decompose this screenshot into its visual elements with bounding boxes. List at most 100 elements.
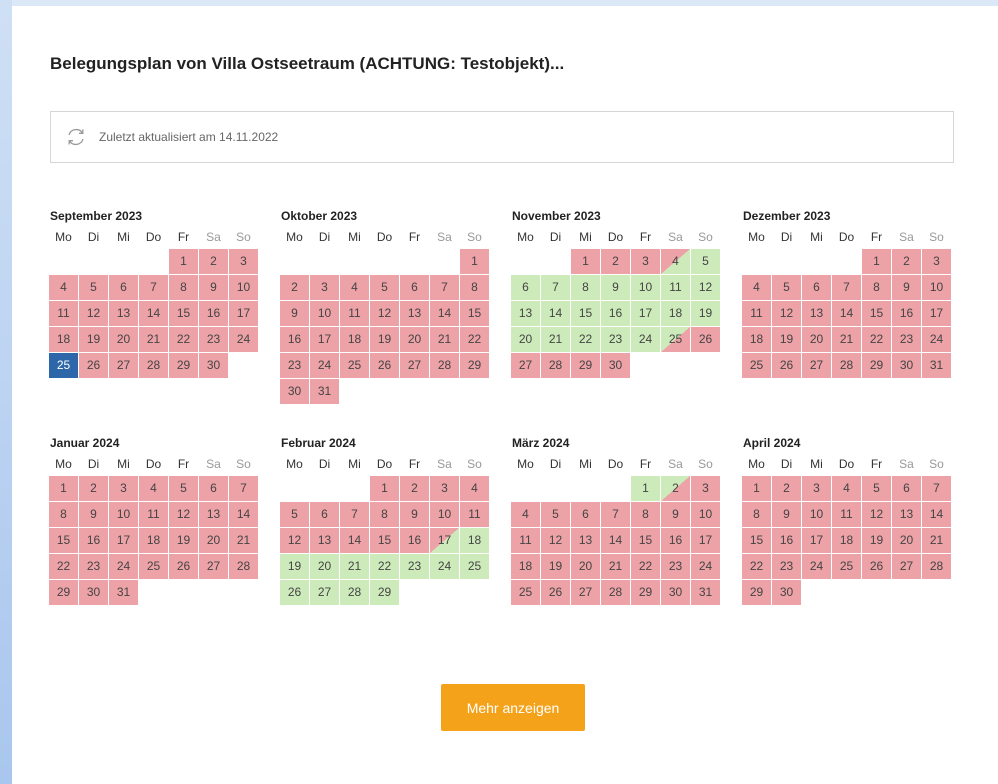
- day-cell-free[interactable]: 7: [541, 275, 570, 300]
- day-cell-booked[interactable]: 25: [139, 554, 168, 579]
- day-cell-free[interactable]: 23: [601, 327, 630, 352]
- day-cell-booked[interactable]: 20: [892, 528, 921, 553]
- day-cell-free[interactable]: 18: [661, 301, 690, 326]
- day-cell-booked[interactable]: 1: [49, 476, 78, 501]
- day-cell-free[interactable]: 12: [691, 275, 720, 300]
- day-cell-booked[interactable]: 3: [310, 275, 339, 300]
- day-cell-booked[interactable]: 15: [631, 528, 660, 553]
- day-cell-booked[interactable]: 12: [169, 502, 198, 527]
- day-cell-booked[interactable]: 30: [199, 353, 228, 378]
- day-cell-booked[interactable]: 30: [601, 353, 630, 378]
- day-cell-booked[interactable]: 10: [691, 502, 720, 527]
- day-cell-booked[interactable]: 20: [109, 327, 138, 352]
- day-cell-booked[interactable]: 15: [169, 301, 198, 326]
- day-cell-booked[interactable]: 16: [199, 301, 228, 326]
- day-cell-booked[interactable]: 19: [79, 327, 108, 352]
- day-cell-booked[interactable]: 25: [832, 554, 861, 579]
- day-cell-booked[interactable]: 30: [280, 379, 309, 404]
- day-cell-booked[interactable]: 13: [310, 528, 339, 553]
- day-cell-booked[interactable]: 15: [862, 301, 891, 326]
- day-cell-booked[interactable]: 4: [742, 275, 771, 300]
- day-cell-booked[interactable]: 29: [631, 580, 660, 605]
- day-cell-booked[interactable]: 22: [460, 327, 489, 352]
- day-cell-booked[interactable]: 8: [370, 502, 399, 527]
- day-cell-booked[interactable]: 18: [139, 528, 168, 553]
- day-cell-booked[interactable]: 15: [49, 528, 78, 553]
- day-cell-free[interactable]: 19: [691, 301, 720, 326]
- day-cell-booked[interactable]: 5: [541, 502, 570, 527]
- day-cell-booked[interactable]: 21: [832, 327, 861, 352]
- day-cell-free[interactable]: 20: [511, 327, 540, 352]
- day-cell-booked[interactable]: 26: [772, 353, 801, 378]
- day-cell-booked[interactable]: 15: [370, 528, 399, 553]
- day-cell-booked[interactable]: 12: [541, 528, 570, 553]
- day-cell-booked[interactable]: 16: [772, 528, 801, 553]
- day-cell-free[interactable]: 22: [370, 554, 399, 579]
- day-cell-booked[interactable]: 25: [340, 353, 369, 378]
- day-cell-booked[interactable]: 31: [922, 353, 951, 378]
- day-cell-booked[interactable]: 16: [892, 301, 921, 326]
- day-cell-booked[interactable]: 19: [772, 327, 801, 352]
- day-cell-booked[interactable]: 13: [571, 528, 600, 553]
- day-cell-booked[interactable]: 17: [310, 327, 339, 352]
- day-cell-free[interactable]: 24: [430, 554, 459, 579]
- day-cell-booked[interactable]: 27: [109, 353, 138, 378]
- day-cell-changeover[interactable]: 4: [661, 249, 690, 274]
- day-cell-booked[interactable]: 16: [400, 528, 429, 553]
- day-cell-booked[interactable]: 21: [601, 554, 630, 579]
- day-cell-booked[interactable]: 10: [109, 502, 138, 527]
- day-cell-booked[interactable]: 26: [169, 554, 198, 579]
- day-cell-booked[interactable]: 12: [862, 502, 891, 527]
- day-cell-booked[interactable]: 4: [49, 275, 78, 300]
- day-cell-booked[interactable]: 2: [772, 476, 801, 501]
- day-cell-free[interactable]: 23: [400, 554, 429, 579]
- day-cell-booked[interactable]: 15: [742, 528, 771, 553]
- day-cell-booked[interactable]: 23: [280, 353, 309, 378]
- day-cell-booked[interactable]: 4: [460, 476, 489, 501]
- day-cell-changeover[interactable]: 25: [661, 327, 690, 352]
- day-cell-booked[interactable]: 30: [661, 580, 690, 605]
- day-cell-booked[interactable]: 28: [229, 554, 258, 579]
- day-cell-booked[interactable]: 2: [79, 476, 108, 501]
- day-cell-booked[interactable]: 23: [772, 554, 801, 579]
- day-cell-booked[interactable]: 8: [169, 275, 198, 300]
- day-cell-booked[interactable]: 3: [631, 249, 660, 274]
- day-cell-booked[interactable]: 3: [109, 476, 138, 501]
- day-cell-free[interactable]: 1: [631, 476, 660, 501]
- day-cell-booked[interactable]: 18: [742, 327, 771, 352]
- day-cell-booked[interactable]: 23: [892, 327, 921, 352]
- day-cell-booked[interactable]: 7: [832, 275, 861, 300]
- day-cell-booked[interactable]: 18: [832, 528, 861, 553]
- day-cell-free[interactable]: 11: [661, 275, 690, 300]
- day-cell-free[interactable]: 17: [631, 301, 660, 326]
- day-cell-booked[interactable]: 19: [541, 554, 570, 579]
- day-cell-booked[interactable]: 28: [541, 353, 570, 378]
- day-cell-booked[interactable]: 22: [631, 554, 660, 579]
- day-cell-booked[interactable]: 31: [109, 580, 138, 605]
- day-cell-booked[interactable]: 15: [460, 301, 489, 326]
- day-cell-booked[interactable]: 21: [229, 528, 258, 553]
- day-cell-booked[interactable]: 1: [370, 476, 399, 501]
- day-cell-booked[interactable]: 5: [79, 275, 108, 300]
- day-cell-booked[interactable]: 24: [310, 353, 339, 378]
- day-cell-free[interactable]: 14: [541, 301, 570, 326]
- day-cell-booked[interactable]: 18: [340, 327, 369, 352]
- day-cell-booked[interactable]: 31: [310, 379, 339, 404]
- day-cell-booked[interactable]: 12: [370, 301, 399, 326]
- day-cell-booked[interactable]: 14: [601, 528, 630, 553]
- day-cell-booked[interactable]: 1: [742, 476, 771, 501]
- day-cell-booked[interactable]: 2: [280, 275, 309, 300]
- day-cell-booked[interactable]: 6: [571, 502, 600, 527]
- day-cell-booked[interactable]: 26: [370, 353, 399, 378]
- day-cell-free[interactable]: 16: [601, 301, 630, 326]
- day-cell-booked[interactable]: 17: [691, 528, 720, 553]
- day-cell-booked[interactable]: 27: [199, 554, 228, 579]
- day-cell-free[interactable]: 21: [340, 554, 369, 579]
- day-cell-free[interactable]: 24: [631, 327, 660, 352]
- day-cell-booked[interactable]: 26: [541, 580, 570, 605]
- day-cell-booked[interactable]: 26: [691, 327, 720, 352]
- day-cell-booked[interactable]: 10: [922, 275, 951, 300]
- day-cell-booked[interactable]: 25: [511, 580, 540, 605]
- day-cell-booked[interactable]: 28: [430, 353, 459, 378]
- day-cell-booked[interactable]: 7: [340, 502, 369, 527]
